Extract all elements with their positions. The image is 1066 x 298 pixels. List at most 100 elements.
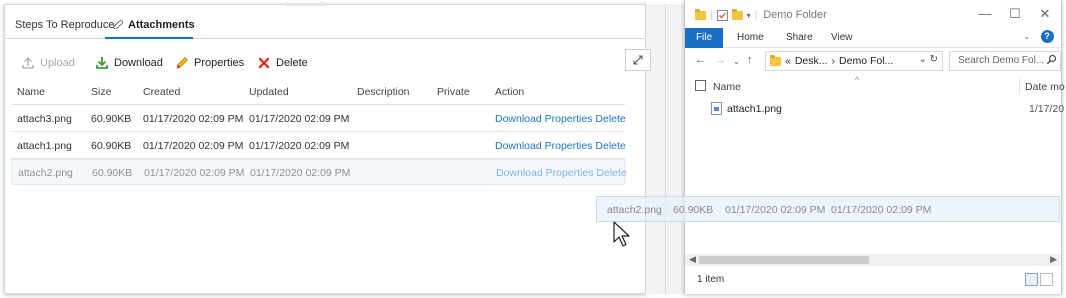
search-icon <box>1046 54 1057 65</box>
column-separator[interactable] <box>1019 78 1020 94</box>
cell-name: attach1.png <box>17 140 72 152</box>
row-properties-link[interactable]: Properties <box>546 167 594 179</box>
cell-actions: Download Properties Delete <box>495 133 626 159</box>
refresh-icon[interactable]: ↻ <box>930 54 938 65</box>
cell-name: attach3.png <box>17 113 72 125</box>
breadcrumb-demo-folder[interactable]: Demo Fol... <box>839 55 893 67</box>
cell-size: 60.90KB <box>92 167 133 179</box>
breadcrumb-separator: › <box>831 55 836 67</box>
row-properties-link[interactable]: Properties <box>545 140 593 152</box>
download-label: Download <box>114 57 163 69</box>
file-list-header: Name ^ Date mo <box>685 75 1065 96</box>
separator-icon: | <box>710 9 713 21</box>
new-folder-icon[interactable] <box>731 8 743 20</box>
row-delete-link[interactable]: Delete <box>595 140 625 152</box>
column-header-private[interactable]: Private <box>437 79 470 105</box>
properties-check-icon[interactable] <box>716 9 728 21</box>
ribbon-share-tab[interactable]: Share <box>786 32 813 43</box>
row-delete-link[interactable]: Delete <box>596 167 626 179</box>
column-header-created[interactable]: Created <box>143 79 180 105</box>
large-icons-view-icon[interactable] <box>1040 273 1053 286</box>
attachments-toolbar: Upload Download Properties Delete <box>5 53 645 73</box>
png-file-icon <box>711 102 722 115</box>
download-icon <box>96 57 108 69</box>
column-header-date-modified[interactable]: Date mo <box>1025 81 1065 93</box>
panel-drag-handle[interactable] <box>285 3 325 6</box>
scroll-right-icon[interactable]: ▶ <box>1050 254 1057 265</box>
forward-arrow-icon[interactable]: → <box>715 54 726 66</box>
view-toggle <box>1025 273 1053 286</box>
ribbon-home-tab[interactable]: Home <box>737 32 764 43</box>
scrollbar-thumb[interactable] <box>699 256 869 264</box>
splitter-line[interactable] <box>665 4 666 294</box>
download-button[interactable]: Download <box>95 53 163 73</box>
upload-button[interactable]: Upload <box>21 53 75 73</box>
row-delete-link[interactable]: Delete <box>595 113 625 125</box>
details-view-icon[interactable] <box>1025 273 1038 286</box>
delete-button[interactable]: Delete <box>257 53 308 73</box>
table-row[interactable]: attach1.png 60.90KB 01/17/2020 02:09 PM … <box>11 133 626 159</box>
horizontal-scrollbar[interactable]: ◀ ▶ <box>685 254 1061 266</box>
drag-size: 60.90KB <box>673 204 714 216</box>
search-input[interactable]: Search Demo Fol... <box>949 51 1061 71</box>
up-arrow-icon[interactable]: ↑ <box>747 54 753 66</box>
folder-icon <box>695 8 706 20</box>
row-download-link[interactable]: Download <box>496 167 543 179</box>
column-header-name[interactable]: Name <box>713 81 741 93</box>
window-titlebar[interactable]: | ▾ | Demo Folder — ☐ ✕ <box>685 0 1061 30</box>
list-item[interactable]: attach1.png 1/17/20 <box>685 100 1064 118</box>
table-row-dragging[interactable]: attach2.png 60.90KB 01/17/2020 02:09 PM … <box>11 159 627 185</box>
column-header-description[interactable]: Description <box>357 79 410 105</box>
window-title: Demo Folder <box>763 9 827 21</box>
close-icon[interactable]: ✕ <box>1035 6 1055 24</box>
help-icon[interactable]: ? <box>1040 30 1054 43</box>
cell-size: 60.90KB <box>91 140 132 152</box>
address-folder-icon <box>770 54 781 66</box>
upload-label: Upload <box>40 57 75 69</box>
row-download-link[interactable]: Download <box>495 140 542 152</box>
separator-icon: | <box>754 9 758 21</box>
upload-icon <box>22 56 34 69</box>
expand-button[interactable] <box>625 49 651 71</box>
column-header-updated[interactable]: Updated <box>249 79 289 105</box>
properties-button[interactable]: Properties <box>175 53 244 73</box>
recent-locations-chevron-icon[interactable]: ⌄ <box>733 57 740 66</box>
row-download-link[interactable]: Download <box>495 113 542 125</box>
breadcrumb-desktop[interactable]: Desk... <box>795 55 828 67</box>
drag-name: attach2.png <box>607 204 662 216</box>
row-properties-link[interactable]: Properties <box>545 113 593 125</box>
search-placeholder: Search Demo Fol... <box>958 55 1045 66</box>
ribbon-expand-chevron-icon[interactable]: ⌄ <box>1023 31 1031 42</box>
customize-dropdown-icon[interactable]: ▾ <box>747 11 751 20</box>
drag-created: 01/17/2020 02:09 PM <box>725 204 826 216</box>
delete-x-icon <box>258 57 270 69</box>
properties-pencil-icon <box>176 56 189 69</box>
file-name: attach1.png <box>727 103 782 115</box>
drag-updated: 01/17/2020 02:09 PM <box>831 204 932 216</box>
tab-steps-to-reproduce[interactable]: Steps To Reproduce <box>15 19 114 31</box>
table-row[interactable]: attach3.png 60.90KB 01/17/2020 02:09 PM … <box>11 106 626 132</box>
select-all-checkbox[interactable] <box>695 80 706 91</box>
cell-updated: 01/17/2020 02:09 PM <box>249 113 350 125</box>
ribbon-file-tab[interactable]: File <box>685 28 723 48</box>
tab-attachments[interactable]: Attachments <box>111 19 195 31</box>
tab-attachments-label: Attachments <box>128 19 195 31</box>
address-dropdown-refresh: ⌄ ↻ <box>918 54 938 65</box>
maximize-icon[interactable]: ☐ <box>1005 6 1025 24</box>
address-prefix: « <box>785 55 791 67</box>
address-dropdown-icon[interactable]: ⌄ <box>918 54 926 65</box>
scroll-left-icon[interactable]: ◀ <box>689 254 696 265</box>
minimize-icon[interactable]: — <box>975 6 995 24</box>
column-header-name[interactable]: Name <box>17 79 45 105</box>
column-header-size[interactable]: Size <box>91 79 111 105</box>
active-tab-indicator <box>105 37 193 39</box>
address-field[interactable]: « Desk... › Demo Fol... ⌄ ↻ <box>765 51 943 71</box>
cell-size: 60.90KB <box>91 113 132 125</box>
file-explorer-window: | ▾ | Demo Folder — ☐ ✕ File Home Share … <box>684 0 1065 294</box>
ribbon-right-controls: ⌄ ? <box>1023 30 1054 43</box>
back-arrow-icon[interactable]: ← <box>695 54 706 66</box>
grid-header-row: Name Size Created Updated Description Pr… <box>11 79 625 105</box>
mouse-cursor-icon <box>613 221 630 247</box>
ribbon-view-tab[interactable]: View <box>831 32 853 43</box>
item-count: 1 item <box>697 274 725 285</box>
